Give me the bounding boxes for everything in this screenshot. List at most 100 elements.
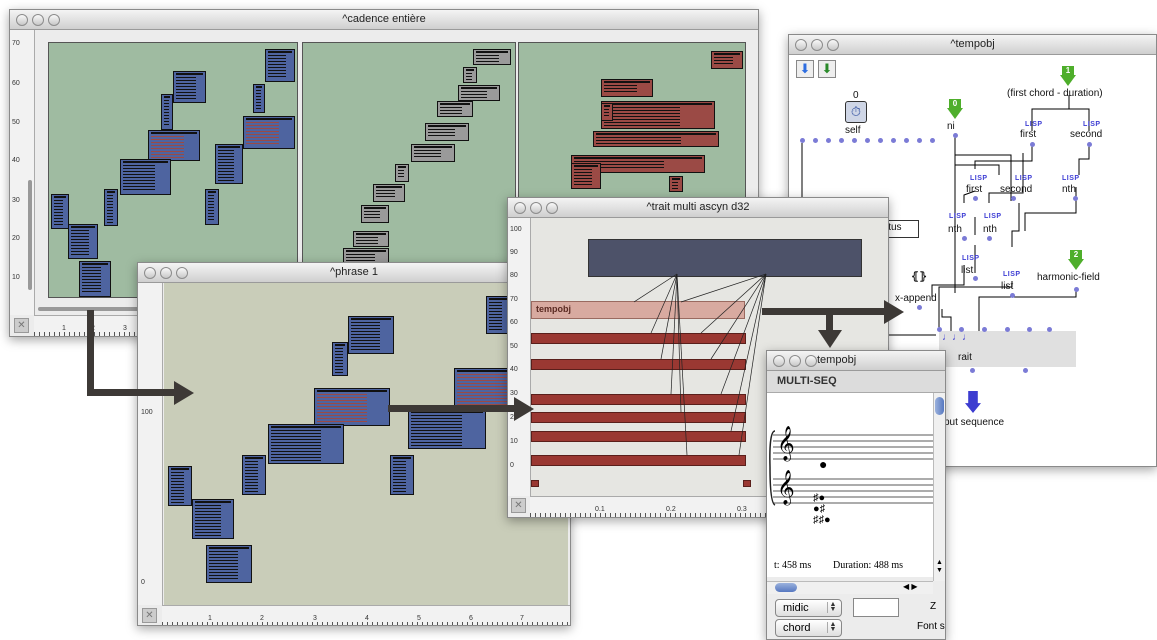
inlet-dot xyxy=(959,327,964,332)
list-box[interactable]: list xyxy=(961,265,973,276)
inlet-dot xyxy=(1027,327,1032,332)
lisp-second-tag: LISP xyxy=(1015,175,1033,182)
flow-arrow xyxy=(87,389,177,396)
note-block xyxy=(458,85,500,101)
y-tick: 10 xyxy=(12,274,20,281)
note-block xyxy=(408,409,486,449)
vertical-scroll-thumb[interactable] xyxy=(28,180,32,290)
outlet-dot xyxy=(1073,196,1078,201)
x-tick: 2 xyxy=(260,615,264,622)
note-block xyxy=(206,545,252,583)
outlet-dot xyxy=(826,138,831,143)
second-box[interactable]: second xyxy=(1070,129,1102,140)
list-box-2[interactable]: list xyxy=(1001,281,1013,292)
input-arrow-icon[interactable] xyxy=(1068,259,1084,270)
y-tick: 50 xyxy=(12,119,20,126)
outlet-dot xyxy=(953,133,958,138)
y-tick: 70 xyxy=(12,40,20,47)
note-block xyxy=(242,455,266,495)
phrase-titlebar[interactable]: ^phrase 1 xyxy=(138,263,570,283)
outlet-dot xyxy=(839,138,844,143)
note-block xyxy=(601,103,613,121)
outlet-dot xyxy=(891,138,896,143)
lisp-nth-tag: LISP xyxy=(1062,175,1080,182)
cadence-titlebar[interactable]: ^cadence entière xyxy=(10,10,758,30)
vertical-scrollbar[interactable]: ▲ ▼ xyxy=(933,393,945,581)
note-block xyxy=(348,316,394,354)
lisp-nth-tag: LISP xyxy=(949,213,967,220)
self-value: 0 xyxy=(853,90,859,101)
chord-popup-label: chord xyxy=(783,622,811,634)
y-tick: 40 xyxy=(510,366,518,373)
midic-popup[interactable]: midic ▲ ▼ xyxy=(775,599,842,617)
note-block xyxy=(120,159,171,195)
note-block xyxy=(373,184,405,202)
x-tick: 0.1 xyxy=(595,506,605,513)
second-box-2[interactable]: second xyxy=(1000,184,1032,195)
window-title: ^phrase 1 xyxy=(330,266,378,278)
staff-systems xyxy=(769,430,933,506)
notehead-cluster: ● xyxy=(819,456,828,472)
y-tick: 30 xyxy=(12,197,20,204)
x-tick: 4 xyxy=(365,615,369,622)
window-title: ^trait multi ascyn d32 xyxy=(646,201,750,213)
first-box[interactable]: first xyxy=(1020,129,1036,140)
zoom-label: Z xyxy=(930,601,937,612)
window-controls[interactable] xyxy=(773,355,821,370)
note-block xyxy=(390,455,414,495)
input-1-index: 1 xyxy=(1062,66,1074,75)
lisp-second-tag: LISP xyxy=(1083,121,1101,128)
scroll-thumb[interactable] xyxy=(775,583,797,592)
note-block xyxy=(68,224,98,259)
inlet-dot xyxy=(1047,327,1052,332)
inlet-dot xyxy=(1005,327,1010,332)
outlet-dot xyxy=(1074,287,1079,292)
input-arrow-icon[interactable] xyxy=(947,108,963,119)
nth-box-2[interactable]: nth xyxy=(948,224,962,235)
first-box-2[interactable]: first xyxy=(966,184,982,195)
nth-box[interactable]: nth xyxy=(1062,184,1076,195)
scroll-arrows-icon[interactable]: ◀ ▶ xyxy=(903,582,918,591)
horizontal-ruler: 1 2 3 4 5 6 7 xyxy=(162,605,570,625)
value-field[interactable] xyxy=(853,598,899,617)
note-block xyxy=(253,84,265,113)
lisp-list-tag: LISP xyxy=(1003,271,1021,278)
outlet-dot xyxy=(962,236,967,241)
scroll-arrows-icon[interactable]: ▲ ▼ xyxy=(936,559,943,575)
onset-readout: t: 458 ms xyxy=(774,560,812,571)
lisp-nth-tag: LISP xyxy=(984,213,1002,220)
flow-arrow-head-icon xyxy=(174,381,194,405)
font-size-label: Font s xyxy=(917,621,945,632)
tempobj-editor-titlebar[interactable]: tempobj xyxy=(767,351,945,371)
note-block xyxy=(51,194,69,229)
input-1-label: (first chord - duration) xyxy=(1007,88,1103,99)
outlet-dot xyxy=(904,138,909,143)
y-tick: 20 xyxy=(12,235,20,242)
nth-box-3[interactable]: nth xyxy=(983,224,997,235)
close-icon[interactable]: ✕ xyxy=(142,608,157,623)
note-block xyxy=(265,49,295,82)
chord-popup[interactable]: chord ▲ ▼ xyxy=(775,619,842,637)
close-icon[interactable]: ✕ xyxy=(14,318,29,333)
scroll-thumb[interactable] xyxy=(935,397,944,415)
trait-titlebar[interactable]: ^trait multi ascyn d32 xyxy=(508,198,888,218)
note-block xyxy=(571,163,601,189)
note-block xyxy=(395,164,409,182)
vertical-ruler: 100 0 xyxy=(138,283,163,605)
note-block xyxy=(173,71,206,103)
treble-clef-icon: 𝄞 xyxy=(777,470,795,505)
input-arrow-icon[interactable] xyxy=(1060,75,1076,86)
input-2-label: harmonic-field xyxy=(1037,272,1100,283)
note-block xyxy=(205,189,219,225)
flow-arrow xyxy=(388,405,516,412)
note-block xyxy=(353,231,389,247)
horizontal-scrollbar[interactable]: ◀ ▶ xyxy=(767,581,933,594)
tempobj-editor-window: tempobj MULTI-SEQ 𝄞 𝄞 ● ♯● ●♯ ♯♯● t: 458 m… xyxy=(766,350,946,640)
note-block xyxy=(437,101,473,117)
trait-box[interactable]: ♩♩♩ rait xyxy=(939,331,1076,367)
outlet-dot xyxy=(865,138,870,143)
close-icon[interactable]: ✕ xyxy=(511,498,526,513)
outlet-dot xyxy=(852,138,857,143)
clock-icon[interactable]: ⏱ xyxy=(845,101,867,123)
outlet-dot xyxy=(1087,142,1092,147)
